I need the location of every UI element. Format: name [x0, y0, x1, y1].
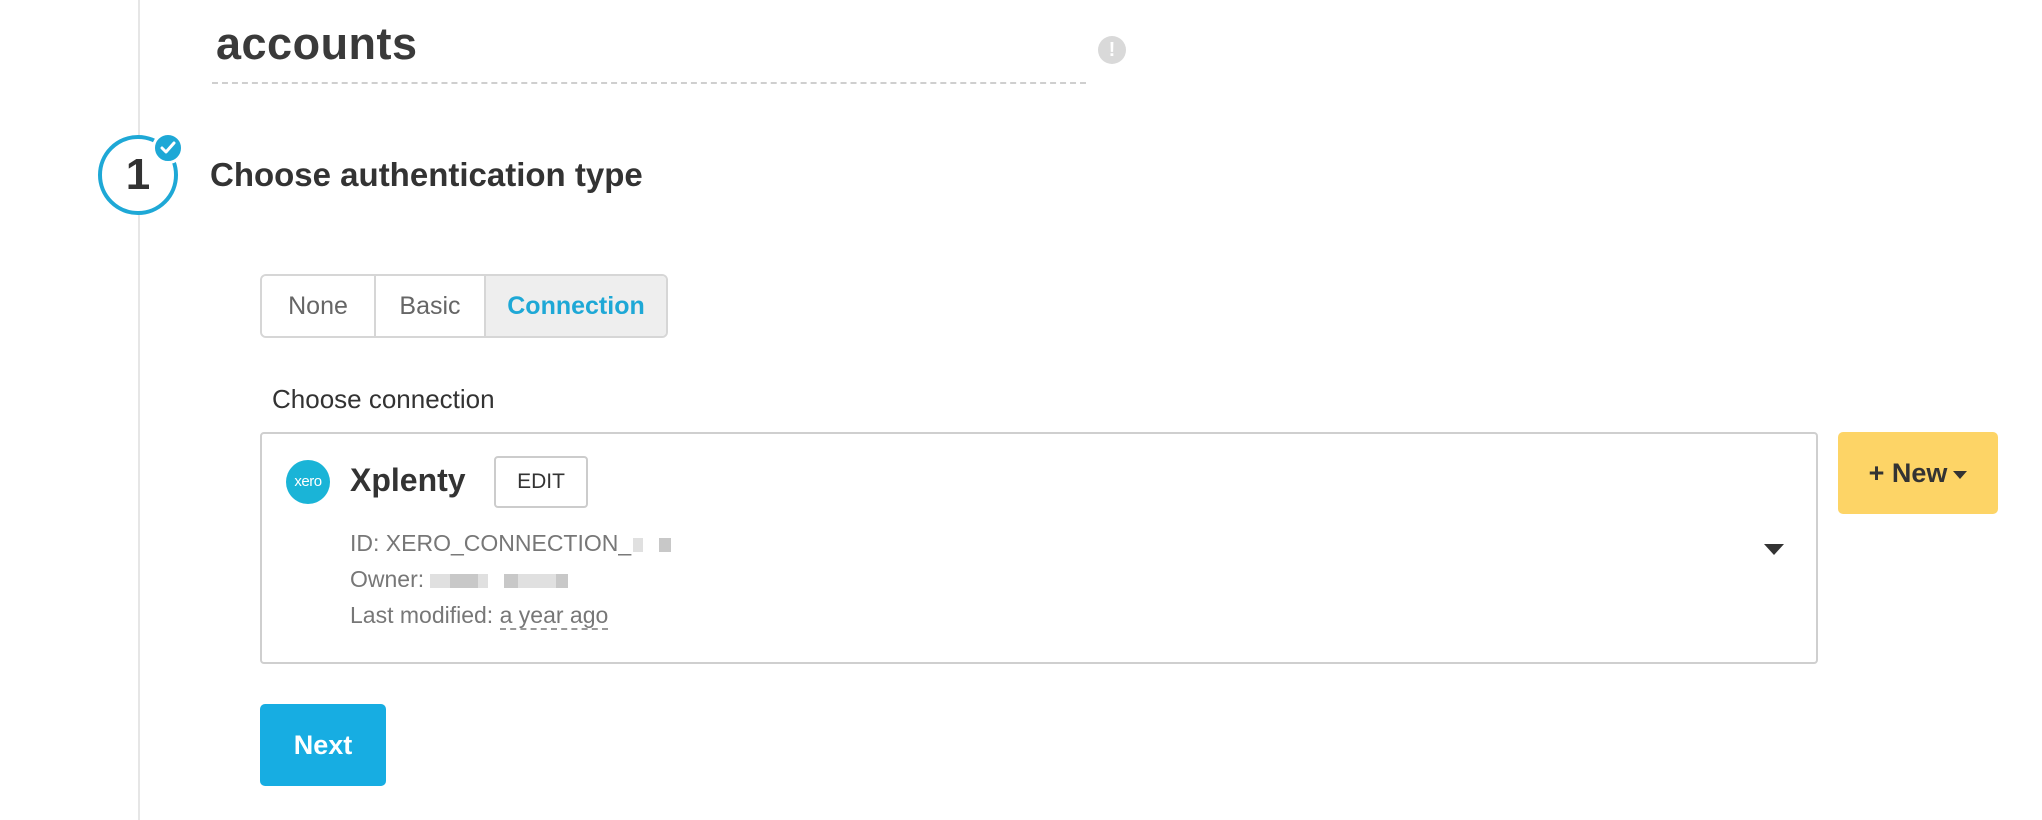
connection-id-text: ID: XERO_CONNECTION_ [350, 530, 632, 556]
auth-type-tabs: None Basic Connection [260, 274, 668, 338]
page: accounts ! 1 Choose authentication type … [0, 0, 2042, 820]
redacted-block [478, 573, 489, 588]
redacted-block [518, 573, 557, 588]
chevron-down-icon[interactable] [1764, 544, 1784, 555]
redacted-block [659, 537, 672, 552]
caret-down-icon [1953, 470, 1968, 479]
modified-label: Last modified: [350, 602, 494, 628]
connection-id: ID: XERO_CONNECTION_ [350, 530, 672, 557]
timeline-line [138, 0, 140, 820]
exclamation-circle-icon: ! [1098, 36, 1126, 64]
title-input[interactable]: accounts [212, 10, 1086, 84]
redacted-block [450, 573, 479, 588]
redacted-block [556, 573, 569, 588]
xero-logo-icon: xero [286, 460, 330, 504]
connection-owner: Owner: [350, 566, 569, 593]
connection-name: Xplenty [350, 462, 466, 498]
modified-time: a year ago [499, 602, 609, 630]
next-button[interactable]: Next [260, 704, 386, 786]
connection-last-modified: Last modified: a year ago [350, 602, 609, 630]
edit-connection-button[interactable]: EDIT [494, 456, 588, 508]
owner-label: Owner: [350, 566, 425, 592]
tab-connection[interactable]: Connection [484, 276, 666, 336]
redacted-block [633, 537, 644, 552]
redacted-block [430, 573, 451, 588]
choose-connection-label: Choose connection [272, 384, 495, 414]
connection-select[interactable]: xero Xplenty EDIT ID: XERO_CONNECTION_ O… [260, 432, 1818, 664]
check-icon [152, 132, 184, 164]
page-title: accounts [216, 18, 418, 69]
new-button-label: + New [1868, 458, 1948, 488]
tab-basic[interactable]: Basic [374, 276, 484, 336]
tab-none[interactable]: None [262, 276, 374, 336]
new-connection-button[interactable]: + New [1838, 432, 1998, 514]
step-title: Choose authentication type [210, 156, 643, 193]
redacted-block [504, 573, 519, 588]
step-number: 1 [125, 150, 151, 199]
